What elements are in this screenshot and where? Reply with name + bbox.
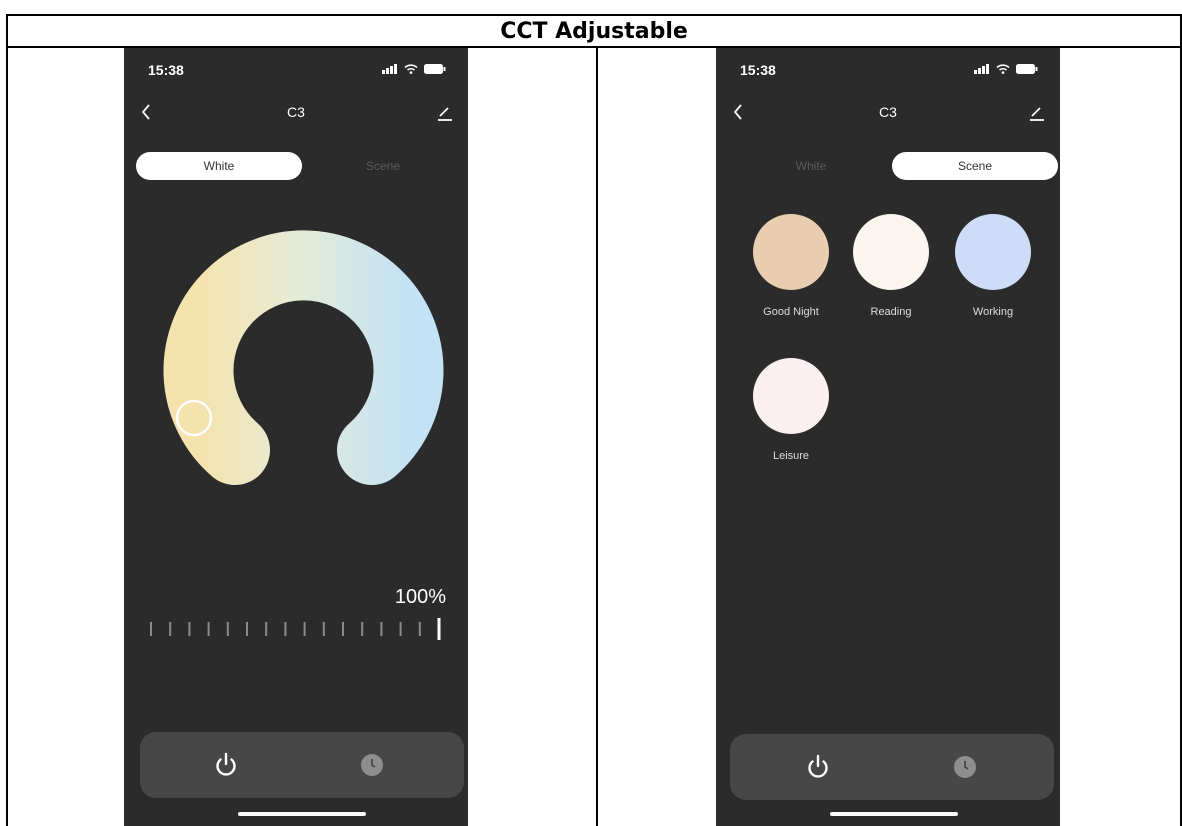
brightness-tick[interactable] bbox=[322, 622, 325, 636]
timer-button[interactable] bbox=[952, 754, 978, 780]
edit-icon bbox=[438, 107, 452, 121]
bottom-control-bar bbox=[730, 734, 1054, 800]
clock-icon bbox=[361, 754, 383, 776]
scene-swatch[interactable] bbox=[955, 214, 1031, 290]
clock-icon bbox=[954, 756, 976, 778]
scene-leisure[interactable]: Leisure bbox=[746, 358, 836, 462]
power-button[interactable] bbox=[804, 753, 832, 781]
cct-arc[interactable] bbox=[163, 230, 444, 485]
brightness-tick[interactable] bbox=[284, 622, 287, 636]
home-indicator bbox=[238, 812, 366, 816]
battery-icon bbox=[424, 64, 446, 74]
brightness-value: 100% bbox=[394, 586, 446, 608]
edit-icon bbox=[1030, 107, 1044, 121]
edit-button[interactable] bbox=[1026, 102, 1048, 124]
power-icon bbox=[216, 752, 236, 776]
scene-swatch[interactable] bbox=[753, 358, 829, 434]
scene-swatch[interactable] bbox=[753, 214, 829, 290]
brightness-tick[interactable] bbox=[169, 622, 172, 636]
brightness-tick[interactable] bbox=[342, 622, 344, 636]
device-title: C3 bbox=[879, 104, 897, 120]
brightness-tick[interactable] bbox=[207, 622, 210, 636]
tab-white[interactable]: White bbox=[728, 152, 894, 180]
brightness-tick[interactable] bbox=[399, 622, 402, 636]
nav-bar: C3 bbox=[716, 100, 1060, 124]
color-temperature-wheel[interactable] bbox=[124, 228, 468, 508]
brightness-tick[interactable] bbox=[380, 622, 383, 636]
brightness-tick[interactable] bbox=[188, 622, 191, 636]
wifi-icon bbox=[404, 64, 418, 74]
scene-reading[interactable]: Reading bbox=[846, 214, 936, 318]
brightness-tick[interactable] bbox=[303, 622, 306, 636]
table-title: CCT Adjustable bbox=[500, 18, 688, 44]
mode-tabs: White Scene bbox=[136, 152, 456, 180]
scene-swatch[interactable] bbox=[853, 214, 929, 290]
scene-label: Leisure bbox=[772, 450, 810, 462]
brightness-tick[interactable] bbox=[246, 622, 248, 636]
power-button[interactable] bbox=[212, 751, 240, 779]
mode-tabs: White Scene bbox=[728, 152, 1058, 180]
brightness-slider[interactable] bbox=[150, 618, 450, 642]
wifi-icon bbox=[996, 64, 1010, 74]
brightness-tick[interactable] bbox=[226, 622, 229, 636]
tab-white[interactable]: White bbox=[136, 152, 302, 180]
status-bar: 15:38 bbox=[716, 62, 1060, 82]
tab-scene[interactable]: Scene bbox=[300, 152, 466, 180]
scene-good-night[interactable]: Good Night bbox=[746, 214, 836, 318]
scene-working[interactable]: Working bbox=[948, 214, 1038, 318]
bottom-control-bar bbox=[140, 732, 464, 798]
phone-screen-scene: 15:38 C3 White Scene Good Night Reading bbox=[716, 48, 1060, 826]
battery-icon bbox=[1016, 64, 1038, 74]
brightness-tick[interactable] bbox=[150, 622, 152, 636]
tab-scene[interactable]: Scene bbox=[892, 152, 1058, 180]
status-time: 15:38 bbox=[740, 62, 776, 78]
scene-label: Working bbox=[972, 306, 1014, 318]
brightness-thumb[interactable] bbox=[437, 618, 441, 640]
edit-button[interactable] bbox=[434, 102, 456, 124]
device-title: C3 bbox=[287, 104, 305, 120]
phone-screen-white: 15:38 C3 White Scene 100% bbox=[124, 48, 468, 826]
scene-label: Good Night bbox=[763, 306, 819, 318]
home-indicator bbox=[830, 812, 958, 816]
scene-label: Reading bbox=[870, 306, 912, 318]
brightness-tick[interactable] bbox=[265, 622, 268, 636]
column-divider bbox=[596, 46, 598, 826]
table-header: CCT Adjustable bbox=[8, 16, 1180, 48]
signal-icon bbox=[974, 64, 989, 74]
nav-bar: C3 bbox=[124, 100, 468, 124]
signal-icon bbox=[382, 64, 397, 74]
power-icon bbox=[808, 754, 828, 778]
brightness-tick[interactable] bbox=[418, 622, 421, 636]
status-time: 15:38 bbox=[148, 62, 184, 78]
timer-button[interactable] bbox=[359, 752, 385, 778]
status-bar: 15:38 bbox=[124, 62, 468, 82]
brightness-tick[interactable] bbox=[361, 622, 364, 636]
